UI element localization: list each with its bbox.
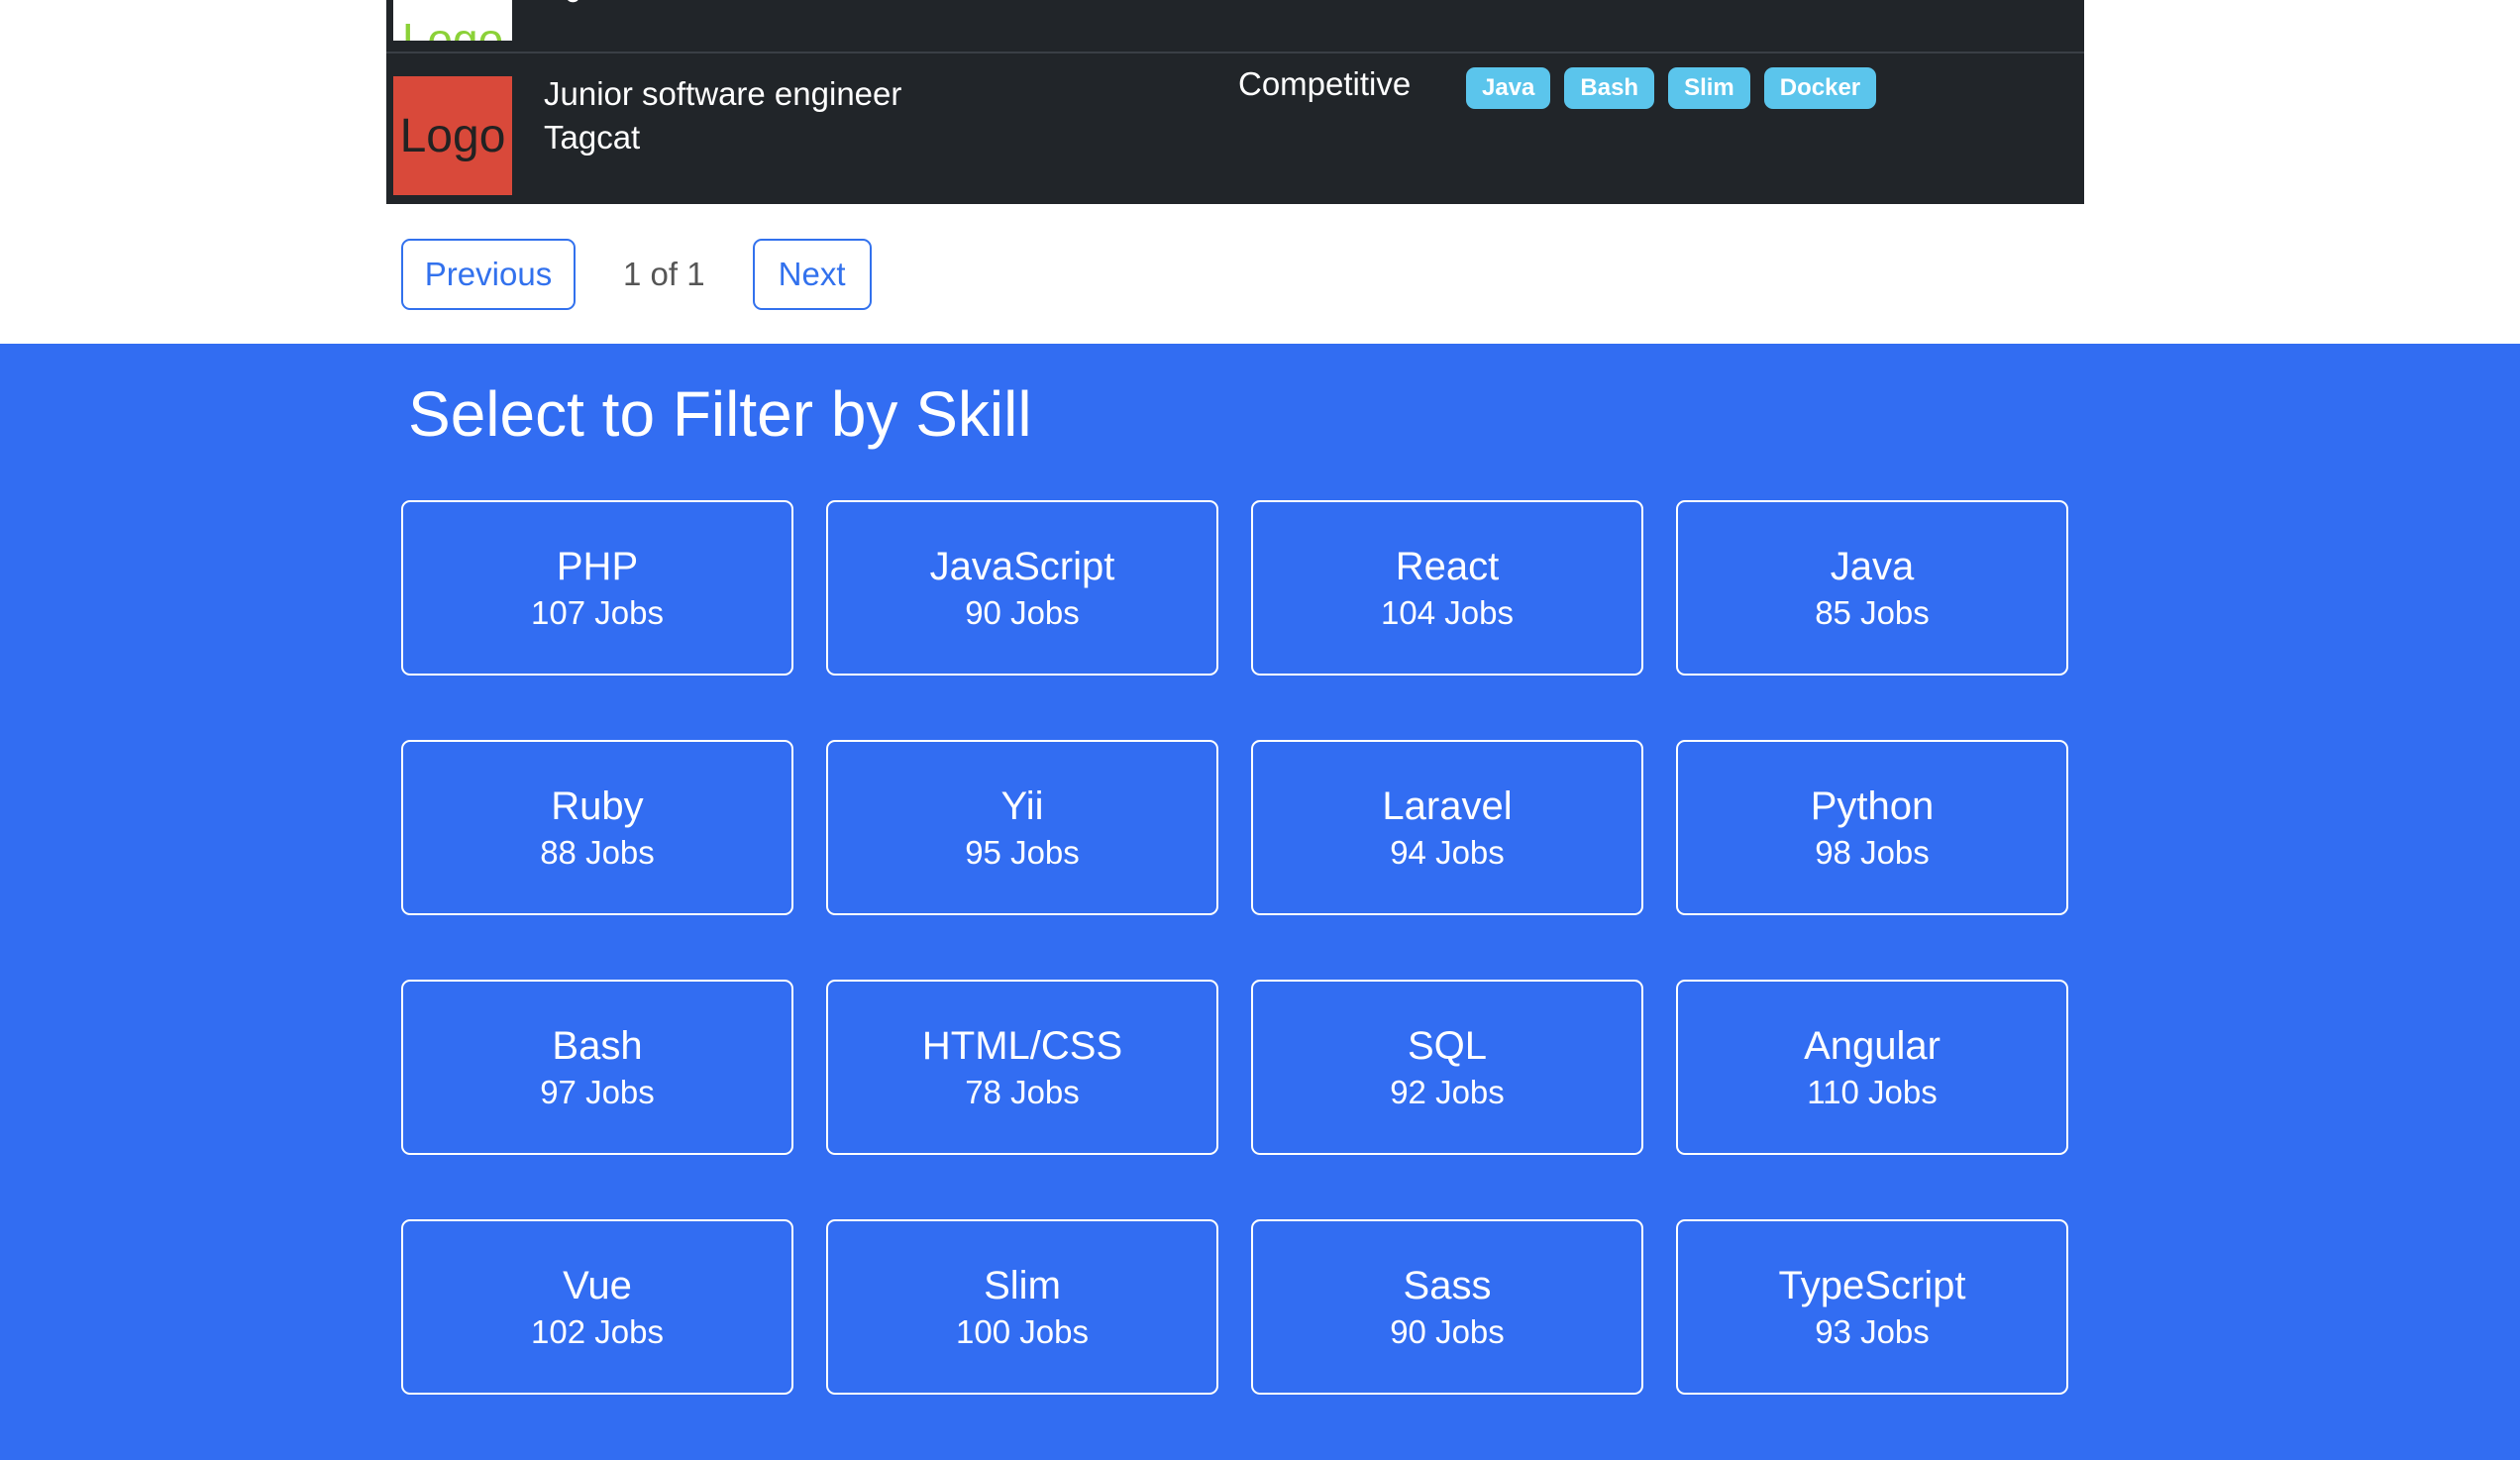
job-row[interactable]: Logo Junior software engineer Tagcat Com… — [386, 53, 2084, 204]
skill-job-count: 90 Jobs — [1390, 1312, 1505, 1350]
job-row[interactable]: Logo J — [386, 0, 2084, 53]
skill-name: Bash — [552, 1023, 643, 1068]
skill-card-vue[interactable]: Vue 102 Jobs — [401, 1219, 793, 1395]
skill-name: Vue — [563, 1263, 632, 1307]
skill-card-sass[interactable]: Sass 90 Jobs — [1251, 1219, 1643, 1395]
skill-card-javascript[interactable]: JavaScript 90 Jobs — [826, 500, 1218, 676]
skill-grid: PHP 107 Jobs JavaScript 90 Jobs React 10… — [401, 500, 2068, 1395]
previous-button[interactable]: Previous — [401, 239, 576, 310]
skill-name: Laravel — [1382, 783, 1513, 828]
skill-tag[interactable]: Java — [1466, 67, 1551, 109]
skill-job-count: 78 Jobs — [965, 1073, 1080, 1110]
skill-name: Java — [1830, 544, 1915, 588]
next-button[interactable]: Next — [752, 239, 872, 310]
skill-card-slim[interactable]: Slim 100 Jobs — [826, 1219, 1218, 1395]
skill-name: Angular — [1804, 1023, 1941, 1068]
jobs-table: Logo J Logo Junior software engineer Tag… — [386, 0, 2084, 204]
skill-name: Python — [1810, 783, 1935, 828]
skill-job-count: 100 Jobs — [956, 1312, 1089, 1350]
skill-job-count: 104 Jobs — [1381, 593, 1514, 631]
skill-card-php[interactable]: PHP 107 Jobs — [401, 500, 793, 676]
skill-name: React — [1395, 544, 1500, 588]
section-title: Select to Filter by Skill — [408, 378, 1032, 450]
skill-job-count: 95 Jobs — [965, 833, 1080, 871]
skill-name: PHP — [556, 544, 639, 588]
skill-job-count: 90 Jobs — [965, 593, 1080, 631]
skill-tag[interactable]: Bash — [1564, 67, 1655, 109]
skill-card-python[interactable]: Python 98 Jobs — [1676, 740, 2068, 915]
skill-card-yii[interactable]: Yii 95 Jobs — [826, 740, 1218, 915]
logo-text: Logo — [401, 14, 504, 41]
skill-card-laravel[interactable]: Laravel 94 Jobs — [1251, 740, 1643, 915]
skill-name: Ruby — [551, 783, 644, 828]
skill-card-sql[interactable]: SQL 92 Jobs — [1251, 980, 1643, 1155]
skill-name: TypeScript — [1778, 1263, 1966, 1307]
company-logo: Logo — [393, 0, 512, 41]
skill-card-ruby[interactable]: Ruby 88 Jobs — [401, 740, 793, 915]
skill-job-count: 97 Jobs — [540, 1073, 655, 1110]
skill-job-count: 92 Jobs — [1390, 1073, 1505, 1110]
logo-text: Logo — [399, 109, 506, 162]
job-salary: Competitive — [1238, 65, 1412, 102]
skill-job-count: 102 Jobs — [531, 1312, 664, 1350]
skill-filter-section: Select to Filter by Skill PHP 107 Jobs J… — [0, 344, 2520, 1460]
job-company: Tagcat — [544, 119, 641, 156]
skill-card-bash[interactable]: Bash 97 Jobs — [401, 980, 793, 1155]
skill-tag[interactable]: Docker — [1763, 67, 1877, 109]
company-logo: Logo — [393, 76, 512, 195]
skill-name: HTML/CSS — [921, 1023, 1123, 1068]
job-tags: Java Bash Slim Docker — [1466, 67, 1877, 109]
job-title[interactable]: Junior software engineer — [544, 75, 901, 113]
skill-card-react[interactable]: React 104 Jobs — [1251, 500, 1643, 676]
job-title[interactable]: J — [566, 0, 582, 10]
skill-card-html-css[interactable]: HTML/CSS 78 Jobs — [826, 980, 1218, 1155]
skill-card-java[interactable]: Java 85 Jobs — [1676, 500, 2068, 676]
skill-job-count: 110 Jobs — [1807, 1073, 1938, 1110]
skill-job-count: 98 Jobs — [1815, 833, 1930, 871]
skill-job-count: 94 Jobs — [1390, 833, 1505, 871]
skill-job-count: 93 Jobs — [1815, 1312, 1930, 1350]
skill-job-count: 85 Jobs — [1815, 593, 1930, 631]
skill-tag[interactable]: Slim — [1668, 67, 1750, 109]
skill-name: Sass — [1403, 1263, 1492, 1307]
skill-name: SQL — [1407, 1023, 1488, 1068]
skill-card-typescript[interactable]: TypeScript 93 Jobs — [1676, 1219, 2068, 1395]
skill-job-count: 107 Jobs — [531, 593, 664, 631]
skill-card-angular[interactable]: Angular 110 Jobs — [1676, 980, 2068, 1155]
skill-name: Slim — [984, 1263, 1061, 1307]
skill-name: JavaScript — [929, 544, 1115, 588]
pagination: Previous 1 of 1 Next — [401, 237, 872, 312]
page-info: 1 of 1 — [623, 256, 705, 292]
skill-name: Yii — [1000, 783, 1044, 828]
skill-job-count: 88 Jobs — [540, 833, 655, 871]
